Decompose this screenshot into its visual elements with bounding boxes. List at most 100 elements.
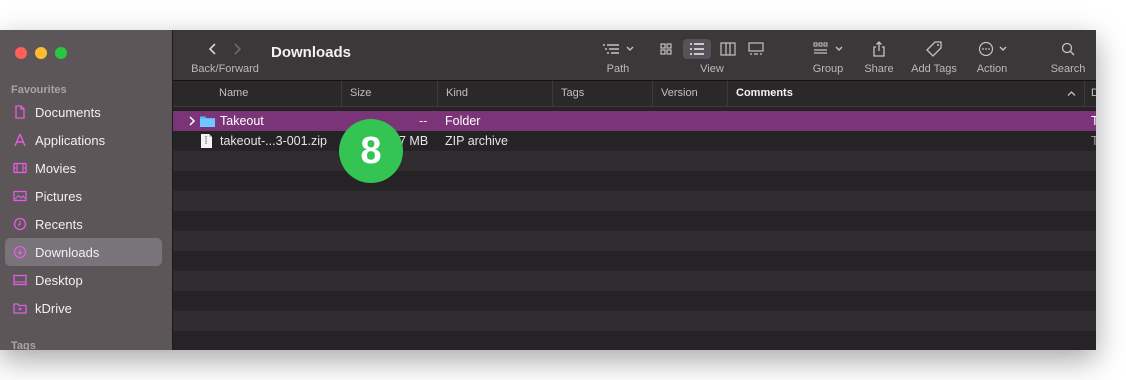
add-tags-button[interactable]: Add Tags [905,38,963,75]
tags-heading: Tags [11,340,36,350]
empty-row [173,231,1096,251]
more-circle-icon [978,41,993,57]
sidebar-item-kdrive[interactable]: kDrive [5,294,162,322]
sidebar: Favourites Documents Applications Movies… [0,30,173,350]
group-grid-icon [813,42,828,54]
back-forward-label: Back/Forward [191,63,259,75]
document-icon [15,105,25,119]
desktop-icon [13,274,27,286]
search-icon [1061,42,1075,56]
folder-icon [200,116,215,127]
sidebar-item-pictures[interactable]: Pictures [5,182,162,210]
table-row[interactable]: Takeout -- Folder T [173,111,1096,131]
empty-row [173,271,1096,291]
group-button[interactable]: Group [803,38,853,75]
share-icon [873,41,885,57]
list-view-icon[interactable] [683,39,711,59]
column-header-date[interactable]: D [1084,81,1096,106]
window-title: Downloads [271,44,352,61]
empty-row [173,331,1096,350]
file-size: 7 MB [399,134,429,148]
column-header-tags[interactable]: Tags [552,81,652,106]
back-forward-group: Back/Forward [187,38,263,75]
sidebar-item-movies[interactable]: Movies [5,154,162,182]
chevron-down-icon [999,46,1006,51]
download-icon [13,245,27,259]
empty-row [173,211,1096,231]
empty-row [173,171,1096,191]
zip-file-icon [201,134,212,148]
toolbar: Back/Forward Downloads Path View Group S… [173,30,1096,81]
sort-ascending-icon[interactable] [1067,90,1076,97]
favourites-heading: Favourites [11,84,67,96]
sidebar-item-label: Documents [35,104,101,120]
sidebar-list: Documents Applications Movies Pictures R… [5,98,162,322]
view-group: View [651,38,771,75]
column-header-bar: Name Size Kind Tags Version Comments D [173,81,1096,107]
column-header-version[interactable]: Version [652,81,727,106]
sidebar-item-label: Applications [35,132,106,148]
file-size: -- [419,114,428,128]
view-label: View [700,63,724,75]
sidebar-item-label: Movies [35,160,77,176]
table-row[interactable]: takeout-...3-001.zip 7 MB ZIP archive T [173,131,1096,151]
sidebar-item-recents[interactable]: Recents [5,210,162,238]
sidebar-item-label: Desktop [35,272,83,288]
step-number-badge: 8 [339,119,403,183]
empty-row [173,251,1096,271]
tag-icon [926,41,942,57]
search-label: Search [1050,63,1086,75]
gallery-view-icon[interactable] [745,40,767,58]
add-tags-label: Add Tags [911,63,957,75]
file-list: Takeout -- Folder T takeout-...3-001.zip… [173,111,1096,350]
file-kind: Folder [445,114,481,128]
chevron-down-icon [626,46,634,51]
photo-icon [13,190,27,202]
file-kind: ZIP archive [445,134,508,148]
window-controls [15,47,67,59]
path-list-icon [603,44,619,54]
empty-row [173,151,1096,171]
column-header-name[interactable]: Name [211,81,341,106]
forward-icon[interactable] [232,42,242,56]
sidebar-item-label: kDrive [35,300,72,316]
back-icon[interactable] [208,42,218,56]
group-label: Group [812,63,844,75]
sidebar-item-applications[interactable]: Applications [5,126,162,154]
action-label: Action [976,63,1008,75]
close-button[interactable] [15,47,27,59]
sidebar-item-downloads[interactable]: Downloads [5,238,162,266]
column-header-size[interactable]: Size [341,81,438,106]
sidebar-item-label: Pictures [35,188,82,204]
sidebar-item-label: Downloads [35,244,100,260]
empty-row [173,311,1096,331]
column-header-kind[interactable]: Kind [437,81,552,106]
column-header-comments[interactable]: Comments [727,81,1084,106]
icon-view-icon[interactable] [655,40,677,58]
zoom-button[interactable] [55,47,67,59]
path-button[interactable]: Path [593,38,643,75]
column-view-icon[interactable] [717,40,739,58]
file-date-cut: T [1091,114,1096,128]
applications-icon [14,133,26,147]
sidebar-item-label: Recents [35,216,83,232]
minimize-button[interactable] [35,47,47,59]
file-name: takeout-...3-001.zip [220,134,328,148]
share-button[interactable]: Share [859,38,899,75]
clock-icon [13,217,27,231]
search-button[interactable]: Search [1043,38,1093,75]
path-label: Path [606,63,630,75]
empty-row [173,291,1096,311]
file-date-cut: T [1091,134,1096,148]
disclosure-chevron-icon[interactable] [188,116,196,126]
chevron-down-icon [835,46,843,51]
file-name: Takeout [220,114,264,128]
sidebar-item-desktop[interactable]: Desktop [5,266,162,294]
empty-row [173,191,1096,211]
drive-folder-icon [13,303,27,314]
action-button[interactable]: Action [969,38,1015,75]
share-label: Share [864,63,894,75]
sidebar-item-documents[interactable]: Documents [5,98,162,126]
film-icon [13,162,27,174]
finder-window: Favourites Documents Applications Movies… [0,30,1096,350]
